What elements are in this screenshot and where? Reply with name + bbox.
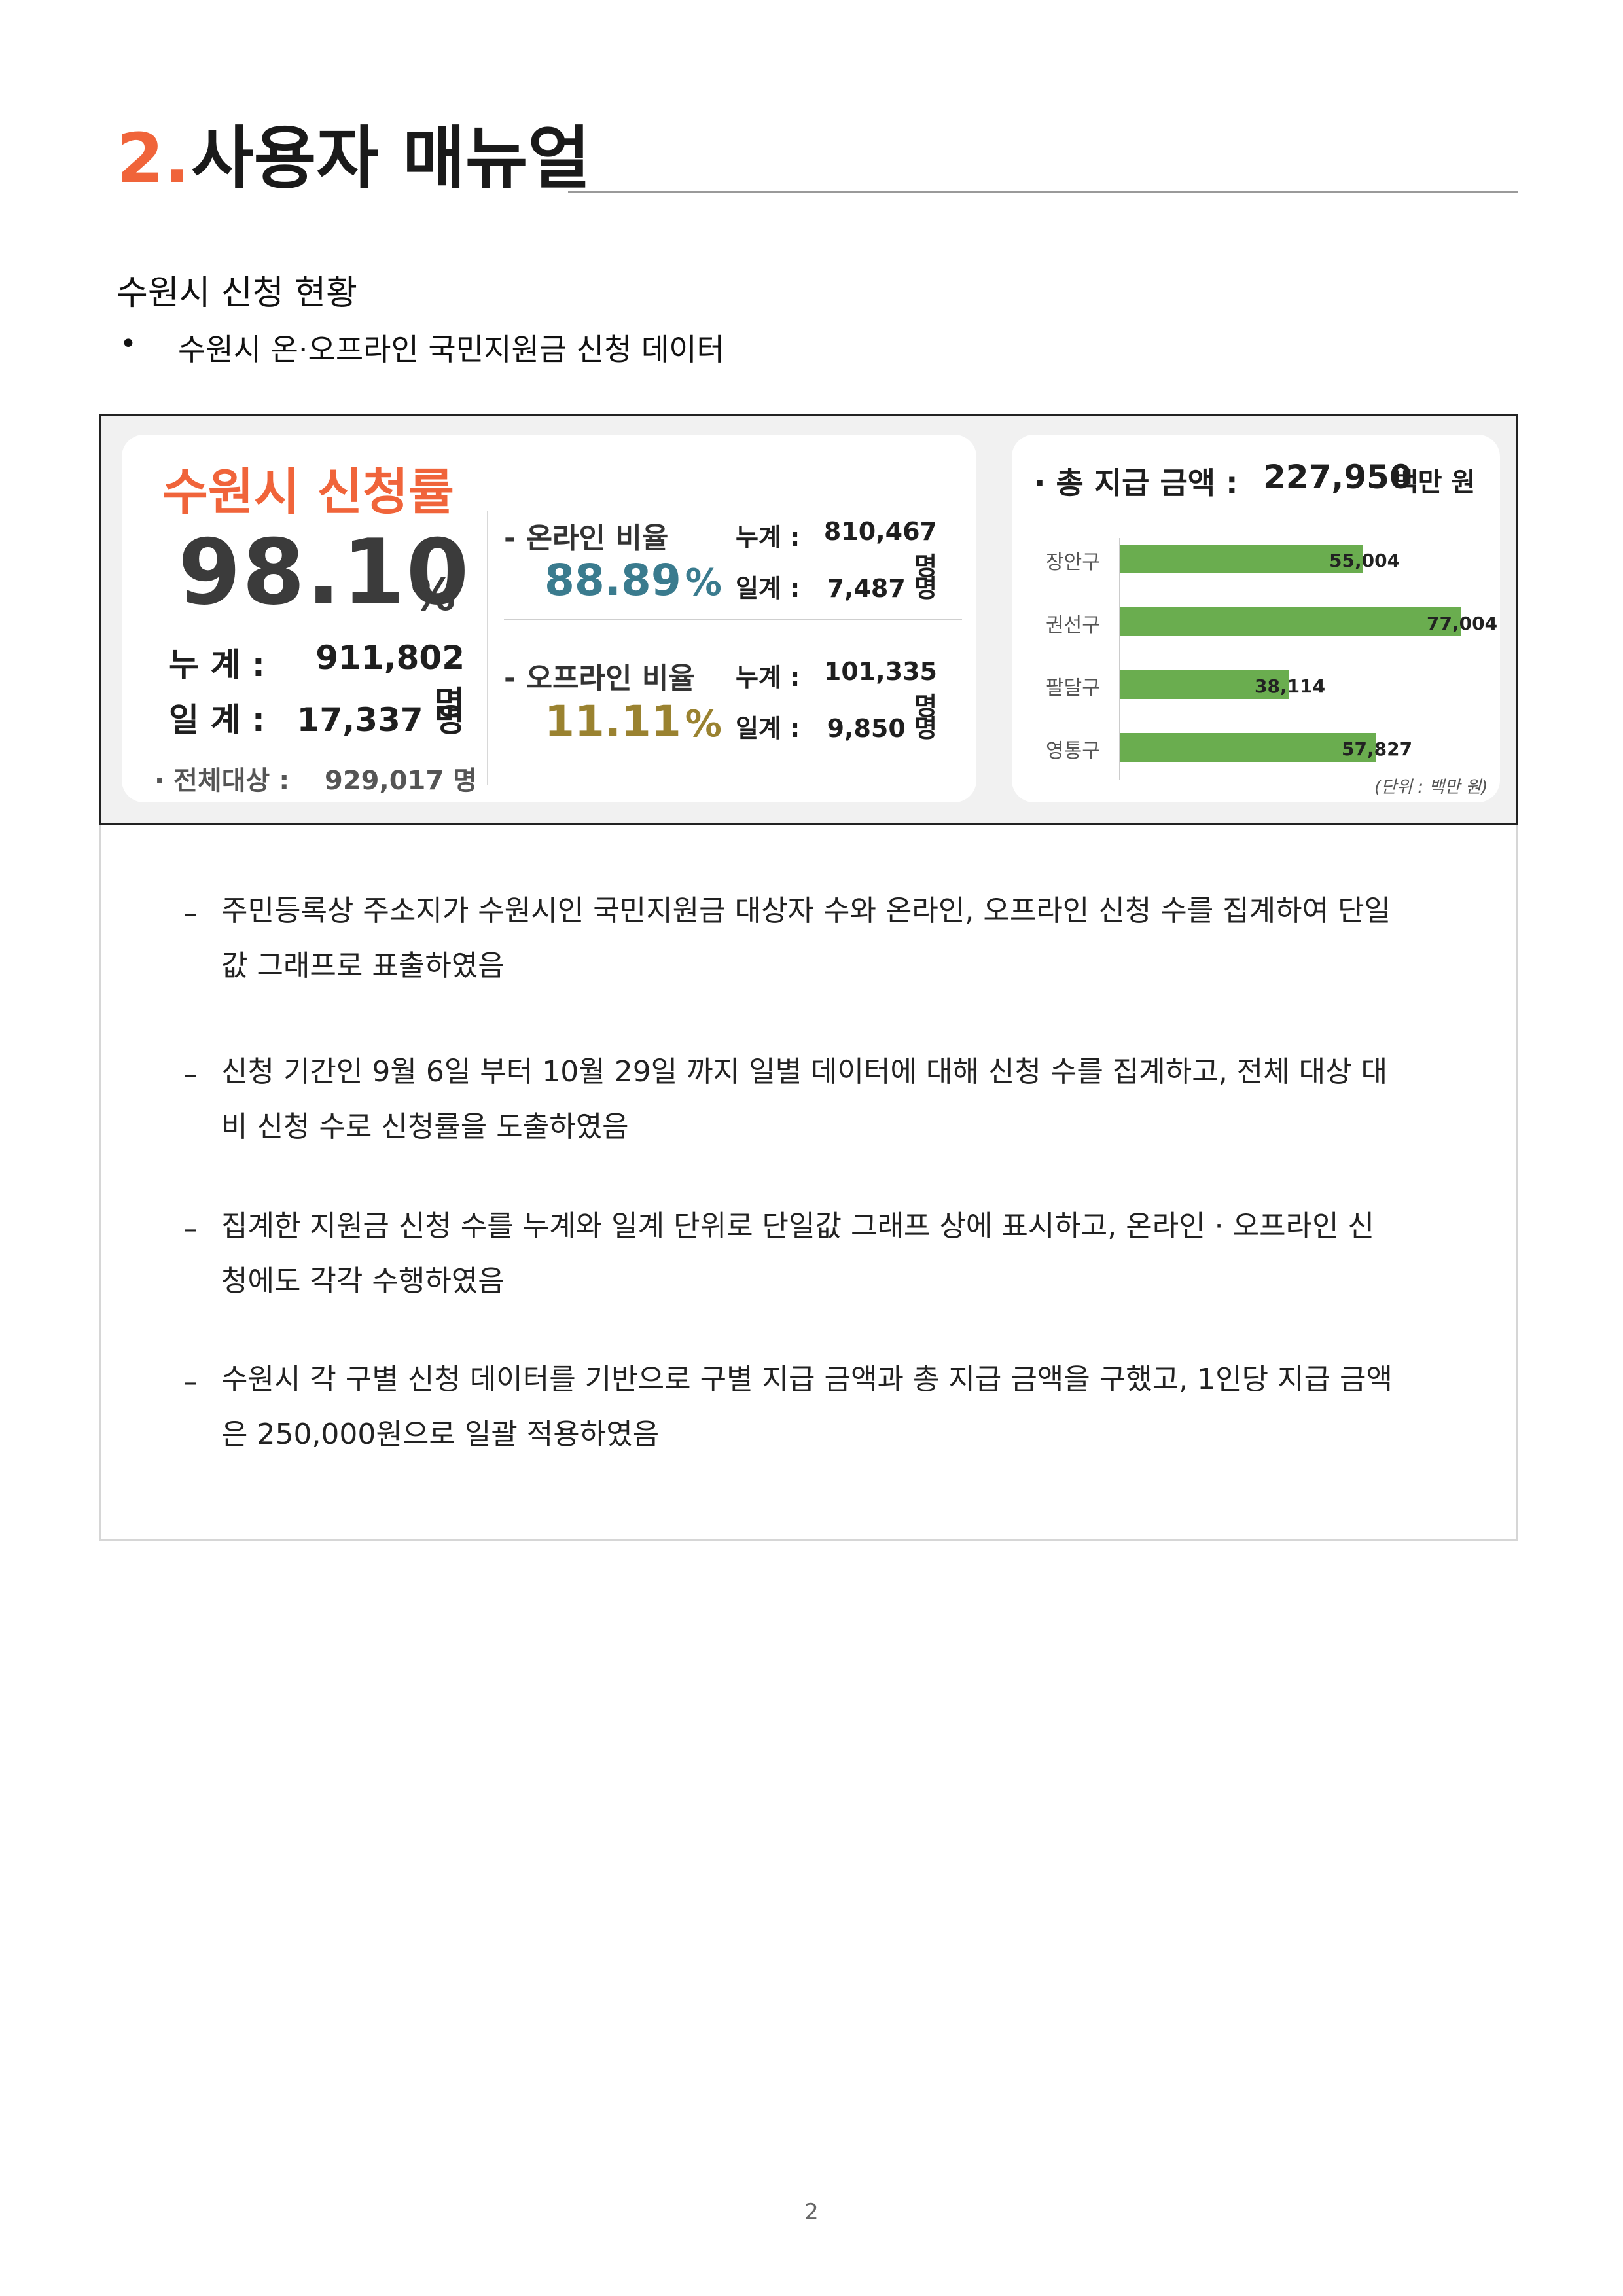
daily-value: 17,337 명 [296,701,465,739]
subsection-title: 수원시 신청 현황 [116,274,357,313]
offline-cum-label: 누계 : [736,663,800,692]
dash-mark: – [183,1365,198,1399]
description-item: 신청 기간인 9월 6일 부터 10월 29일 까지 일별 데이터에 대해 신청… [221,1055,1388,1143]
bar-category-label: 팔달구 [1046,677,1100,700]
offline-day-value: 9,850 명 [827,714,937,743]
bar-value-label: 55,004 [1329,550,1400,571]
bullet-mark: • [120,327,137,361]
payment-unit: 백만 원 [1394,467,1476,497]
title-rule [568,191,1518,193]
dash-mark: – [183,1212,198,1246]
description-item: 수원시 각 구별 신청 데이터를 기반으로 구별 지급 금액과 총 지급 금액을… [221,1363,1393,1451]
dash-mark: – [183,897,198,930]
online-day-label: 일계 : [736,574,800,603]
page-number: 2 [804,2199,819,2225]
bar-category-label: 영통구 [1046,740,1100,762]
offline-label: - 오프라인 비율 [504,662,695,695]
total-target-label: · 전체대상 : [154,766,290,796]
description-item: 주민등록상 주소지가 수원시인 국민지원금 대상자 수와 온라인, 오프라인 신… [221,894,1391,982]
bar-category-label: 장안구 [1046,551,1100,574]
rate-unit: % [411,569,456,621]
section-divider [504,619,962,620]
online-pct: 88.89% [544,555,722,605]
bar-value-label: 57,827 [1342,738,1413,760]
section-number: 2. [116,118,190,198]
bar [1120,607,1461,636]
online-cum-label: 누계 : [736,523,800,552]
bullet-text: 수원시 온·오프라인 국민지원금 신청 데이터 [178,332,724,367]
offline-day-label: 일계 : [736,714,800,743]
online-label: - 온라인 비율 [504,522,669,555]
bar [1120,545,1363,573]
online-day-value: 7,487 명 [827,574,937,603]
bar-value-label: 38,114 [1255,675,1326,697]
payment-value: 227,950 [1263,458,1412,496]
payment-title: · 총 지급 금액 : [1034,465,1238,501]
bar-category-label: 권선구 [1046,614,1100,637]
chart-unit-note: (단위 : 백만 원) [1374,778,1488,797]
dash-mark: – [183,1058,198,1091]
section-title: 사용자 매뉴얼 [191,118,591,198]
panel-divider [487,511,488,785]
bar [1120,733,1376,762]
cumulative-label: 누 계 : [169,646,265,684]
daily-label: 일 계 : [169,701,265,739]
offline-pct: 11.11% [544,696,722,747]
rate-title: 수원시 신청률 [162,463,454,521]
total-target-value: 929,017 명 [325,766,477,796]
bar-value-label: 77,004 [1427,613,1498,634]
description-item: 집계한 지원금 신청 수를 누계와 일계 단위로 단일값 그래프 상에 표시하고… [221,1210,1375,1298]
